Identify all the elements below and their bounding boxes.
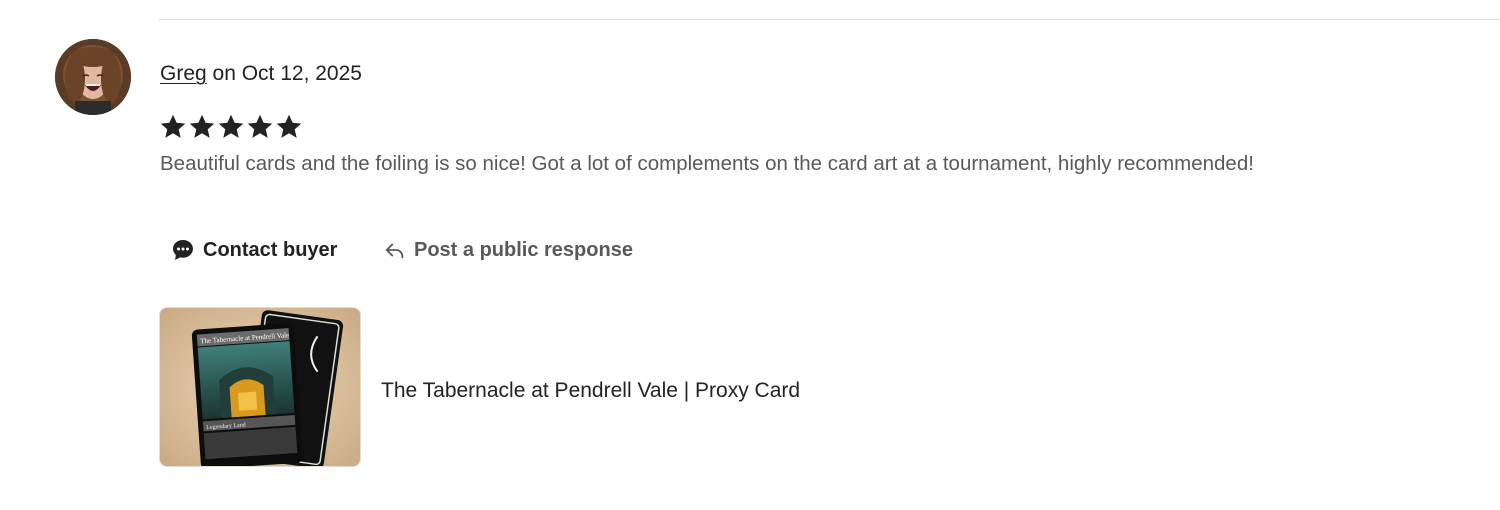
contact-buyer-button[interactable]: Contact buyer: [171, 234, 337, 266]
star-icon: [276, 114, 302, 138]
listing-title-link[interactable]: The Tabernacle at Pendrell Vale | Proxy …: [381, 378, 800, 404]
listing-thumbnail[interactable]: The Tabernacle at Pendrell Vale Legendar…: [159, 307, 361, 467]
reviewer-name-link[interactable]: Greg: [160, 62, 207, 85]
review-date: Oct 12, 2025: [241, 62, 362, 85]
section-divider: [159, 19, 1500, 20]
review-meta: Greg on Oct 12, 2025: [160, 61, 362, 87]
star-icon: [189, 114, 215, 138]
contact-buyer-label: Contact buyer: [203, 238, 338, 261]
star-icon: [247, 114, 273, 138]
avatar-photo: [55, 39, 131, 115]
star-icon: [160, 114, 186, 138]
review-text: Beautiful cards and the foiling is so ni…: [160, 152, 1254, 175]
reply-arrow-icon: [384, 239, 406, 261]
post-public-response-button[interactable]: Post a public response: [384, 234, 633, 266]
reviewer-avatar[interactable]: [55, 39, 131, 115]
chat-bubble-icon: [171, 238, 195, 262]
listing-image: The Tabernacle at Pendrell Vale Legendar…: [160, 308, 360, 466]
star-icon: [218, 114, 244, 138]
post-public-response-label: Post a public response: [414, 238, 633, 261]
star-rating: [159, 113, 303, 141]
review-date-prefix: on: [206, 62, 242, 85]
